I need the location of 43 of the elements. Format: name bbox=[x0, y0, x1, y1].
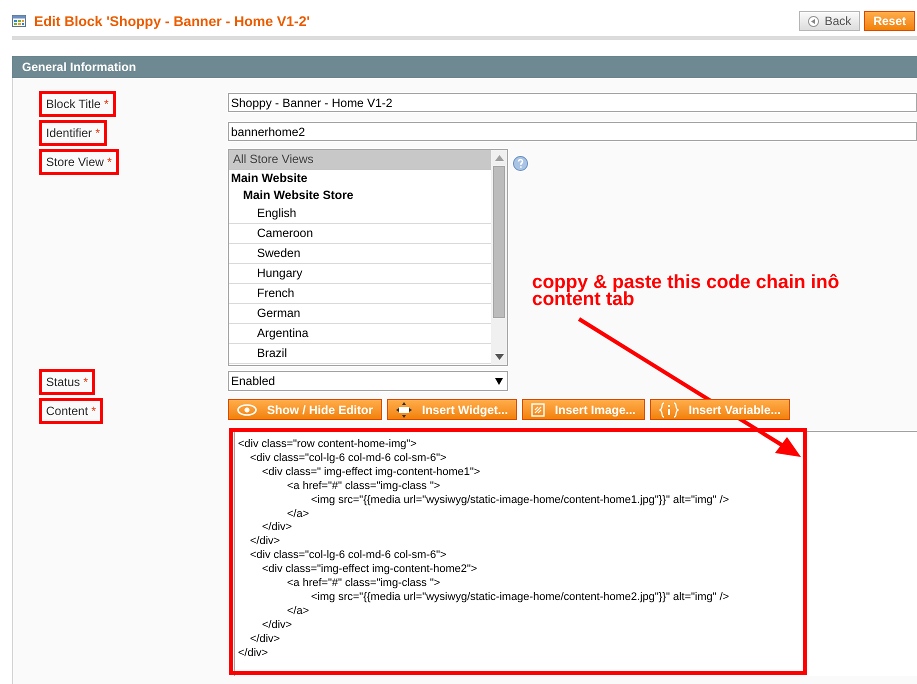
braces-icon bbox=[658, 402, 679, 418]
field-label: Store View * bbox=[39, 149, 119, 175]
field-label: Status * bbox=[39, 369, 96, 395]
dropdown-icon bbox=[495, 378, 503, 384]
text-field[interactable]: Shoppy - Banner - Home V1-2 bbox=[228, 93, 917, 112]
code-line: </div> bbox=[238, 646, 269, 660]
code-line: </div> bbox=[249, 535, 281, 550]
annotation-text: coppy & paste this code chain inô content tab bbox=[532, 274, 840, 308]
code-line: <div class="img-effect img-content-home2"> bbox=[261, 563, 478, 578]
code-line: </a> bbox=[286, 604, 310, 619]
grid-icon bbox=[12, 15, 26, 27]
widget-icon bbox=[396, 402, 412, 418]
scroll-down-icon bbox=[494, 354, 504, 360]
code-line: <img src="{{media url="wysiwyg/static-image-home/content-home1.jpg"}}" alt="img" /> bbox=[310, 494, 730, 508]
field-label: Block Title * bbox=[39, 91, 116, 117]
text-field[interactable]: bannerhome2 bbox=[228, 122, 917, 141]
code-line: <a href="#" class="img-class "> bbox=[286, 480, 442, 494]
field-label: Content * bbox=[39, 398, 104, 424]
store-view-option[interactable]: All Store Views bbox=[229, 150, 491, 170]
code-line: <div class="col-lg-6 col-md-6 col-sm-6"> bbox=[249, 549, 448, 564]
scroll-up-icon bbox=[494, 155, 504, 161]
code-line: </a> bbox=[286, 508, 310, 522]
help-icon[interactable] bbox=[513, 156, 528, 171]
option-group-label: Main Website bbox=[230, 170, 308, 187]
code-line: </div> bbox=[261, 618, 293, 633]
field-label: Identifier * bbox=[39, 120, 108, 146]
content-editor[interactable] bbox=[234, 431, 917, 676]
code-line: <img src="{{media url="wysiwyg/static-image-home/content-home2.jpg"}}" alt="img" /> bbox=[310, 590, 730, 605]
back-button[interactable]: Back bbox=[798, 11, 860, 31]
code-line: <a href="#" class="img-class "> bbox=[286, 577, 442, 591]
page-title: Edit Block 'Shoppy - Banner - Home V1-2' bbox=[34, 12, 310, 31]
code-line: <div class="row content-home-img"> bbox=[238, 438, 418, 452]
code-line: </div> bbox=[249, 632, 281, 647]
store-view-list[interactable]: All Store Views Main Website Main Website Store English Cameroon Sweden Hungary French German Argentina Brazil bbox=[228, 149, 508, 366]
code-line: <div class=" img-effect img-content-home1"> bbox=[261, 466, 482, 480]
scrollbar[interactable] bbox=[491, 150, 507, 365]
option-group-label: Main Website Store bbox=[242, 187, 354, 204]
section-title: General Information bbox=[22, 59, 136, 76]
image-icon bbox=[530, 402, 545, 416]
eye-icon bbox=[237, 404, 257, 416]
status-select[interactable]: Enabled bbox=[228, 371, 508, 391]
code-line: <div class="col-lg-6 col-md-6 col-sm-6"> bbox=[249, 452, 448, 466]
code-line: </div> bbox=[261, 521, 293, 536]
